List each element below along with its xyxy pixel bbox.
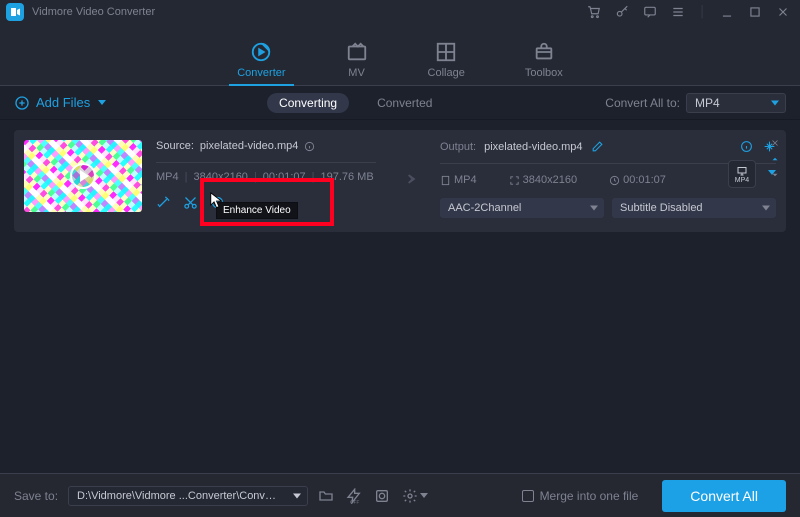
divider <box>440 163 776 164</box>
settings-dropdown[interactable] <box>402 488 428 504</box>
toggle-converted[interactable]: Converted <box>365 93 444 113</box>
feedback-icon[interactable] <box>643 5 657 19</box>
add-files-label: Add Files <box>36 95 90 110</box>
minimize-icon[interactable] <box>720 5 734 19</box>
output-format-select[interactable]: MP4 <box>686 93 786 113</box>
convert-all-to-label: Convert All to: <box>605 96 680 110</box>
divider-icon: │ <box>699 6 706 18</box>
file-icon <box>440 175 451 186</box>
convert-all-label: Convert All <box>690 488 758 504</box>
play-icon <box>70 163 96 189</box>
output-filename: pixelated-video.mp4 <box>484 141 582 153</box>
output-resolution: 3840x2160 <box>523 174 577 186</box>
close-icon[interactable] <box>776 5 790 19</box>
source-duration: 00:01:07 <box>263 171 306 183</box>
info-circle-icon[interactable] <box>740 140 753 153</box>
file-row: Source: pixelated-video.mp4 MP4| 3840x21… <box>14 130 786 232</box>
audio-track-select[interactable]: AAC-2Channel <box>440 198 604 218</box>
tab-collage-label: Collage <box>428 67 465 79</box>
convert-all-to: Convert All to: MP4 <box>605 93 786 113</box>
close-icon[interactable] <box>770 138 780 148</box>
chevron-down-icon <box>771 100 779 105</box>
source-filename: pixelated-video.mp4 <box>200 140 298 152</box>
save-path-value: D:\Vidmore\Vidmore ...Converter\Converte… <box>77 490 290 502</box>
edit-icon[interactable] <box>591 140 604 153</box>
source-resolution: 3840x2160 <box>193 171 247 183</box>
cart-icon[interactable] <box>587 5 601 19</box>
output-column: Output: pixelated-video.mp4 MP4 3840x216… <box>440 140 776 218</box>
status-toggle: Converting Converted <box>267 93 444 113</box>
menu-icon[interactable] <box>671 5 685 19</box>
monitor-icon <box>736 165 748 177</box>
plus-circle-icon <box>14 95 30 111</box>
chevron-up-icon[interactable] <box>770 154 780 164</box>
output-profile-button[interactable]: MP4 <box>728 160 756 188</box>
cut-icon[interactable] <box>183 195 198 210</box>
video-thumbnail[interactable] <box>24 140 142 212</box>
open-folder-icon[interactable] <box>318 488 334 504</box>
arrow-icon <box>390 140 426 218</box>
tab-toolbox-label: Toolbox <box>525 67 563 79</box>
output-container: MP4 <box>454 174 477 186</box>
subtitle-value: Subtitle Disabled <box>620 202 703 214</box>
tab-converter[interactable]: Converter <box>237 41 285 85</box>
key-icon[interactable] <box>615 5 629 19</box>
tab-converter-label: Converter <box>237 67 285 79</box>
source-container: MP4 <box>156 171 179 183</box>
source-label: Source: <box>156 140 194 152</box>
svg-text:OFF: OFF <box>350 499 359 504</box>
merge-checkbox[interactable]: Merge into one file <box>522 489 639 503</box>
resolution-icon <box>509 175 520 186</box>
chevron-down-icon <box>98 100 106 105</box>
source-size: 197.76 MB <box>320 171 373 183</box>
audio-track-value: AAC-2Channel <box>448 202 521 214</box>
save-path-select[interactable]: D:\Vidmore\Vidmore ...Converter\Converte… <box>68 486 308 506</box>
checkbox-icon <box>522 490 534 502</box>
hardware-accel-icon[interactable]: OFF <box>346 488 362 504</box>
info-icon[interactable] <box>304 141 315 152</box>
save-to-label: Save to: <box>14 489 58 503</box>
add-files-button[interactable]: Add Files <box>14 95 106 111</box>
app-title: Vidmore Video Converter <box>32 6 155 18</box>
convert-all-button[interactable]: Convert All <box>662 480 786 512</box>
tab-mv-label: MV <box>348 67 365 79</box>
footer-tools: OFF <box>318 488 428 504</box>
tab-toolbox[interactable]: Toolbox <box>525 41 563 85</box>
tab-collage[interactable]: Collage <box>428 41 465 85</box>
app-window: Vidmore Video Converter │ Converter MV C… <box>0 0 800 517</box>
clock-icon <box>609 175 620 186</box>
chevron-down-icon[interactable] <box>768 170 776 175</box>
chevron-down-icon <box>420 493 428 498</box>
output-label: Output: <box>440 141 476 153</box>
high-speed-icon[interactable] <box>374 488 390 504</box>
chevron-down-icon <box>762 206 770 211</box>
main-tabs: Converter MV Collage Toolbox <box>0 24 800 86</box>
chevron-down-icon <box>590 206 598 211</box>
gear-icon <box>402 488 418 504</box>
output-duration: 00:01:07 <box>623 174 666 186</box>
subtitle-select[interactable]: Subtitle Disabled <box>612 198 776 218</box>
subbar: Add Files Converting Converted Convert A… <box>0 86 800 120</box>
chevron-down-icon <box>293 493 301 498</box>
merge-label: Merge into one file <box>540 489 639 503</box>
toggle-converting[interactable]: Converting <box>267 93 349 113</box>
divider <box>156 162 376 163</box>
app-logo <box>6 3 24 21</box>
maximize-icon[interactable] <box>748 5 762 19</box>
footer: Save to: D:\Vidmore\Vidmore ...Converter… <box>0 473 800 517</box>
output-profile-label: MP4 <box>735 177 749 184</box>
enhance-tooltip: Enhance Video <box>216 202 298 219</box>
title-actions: │ <box>587 5 794 19</box>
titlebar: Vidmore Video Converter │ <box>0 0 800 24</box>
magic-wand-icon[interactable] <box>156 195 171 210</box>
output-format-value: MP4 <box>695 96 720 110</box>
tab-mv[interactable]: MV <box>346 41 368 85</box>
file-list: Source: pixelated-video.mp4 MP4| 3840x21… <box>0 120 800 473</box>
